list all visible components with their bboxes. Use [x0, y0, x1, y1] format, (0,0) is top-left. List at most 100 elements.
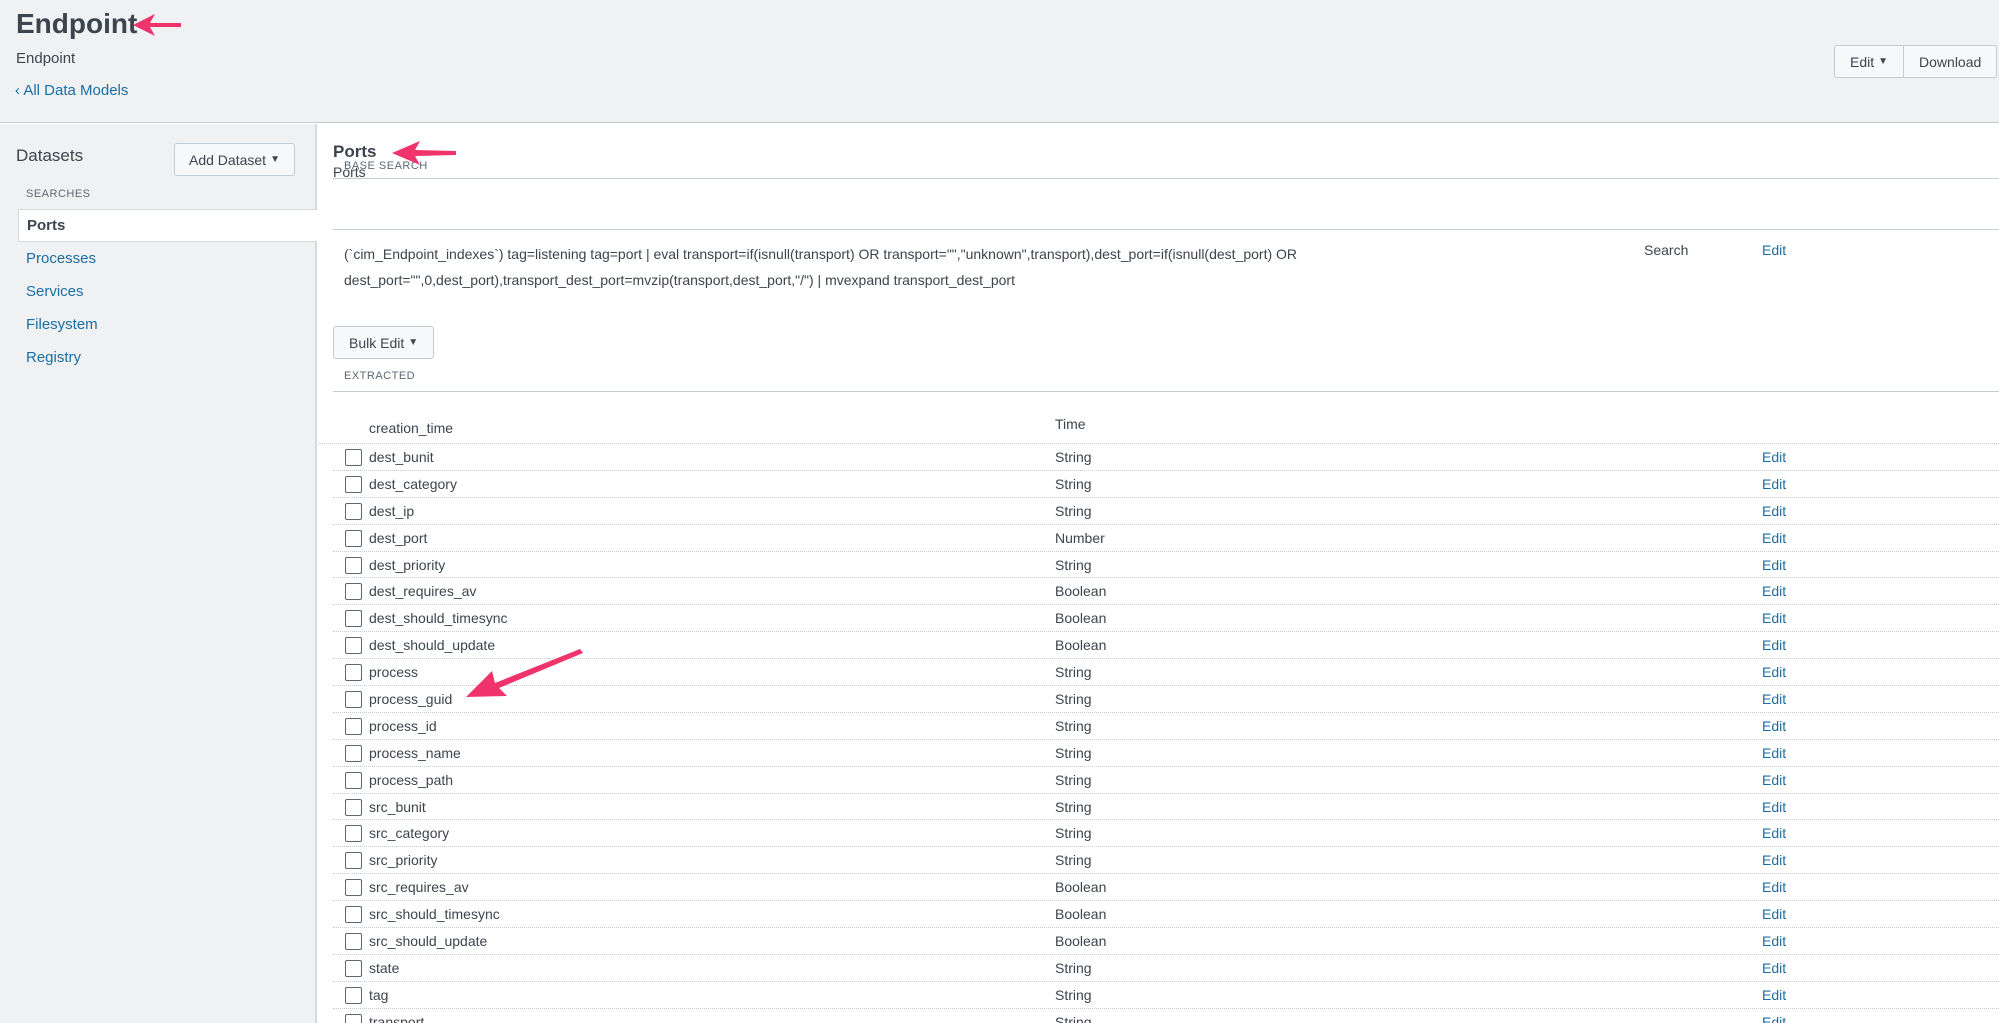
extracted-fields-list: dest_bunit String Edit dest_category String E… [319, 444, 1999, 1023]
field-edit-link[interactable]: Edit [1762, 906, 1786, 922]
field-name: src_requires_av [369, 879, 469, 896]
sidebar-title: Datasets [16, 146, 84, 165]
field-type: Number [1055, 529, 1105, 546]
field-checkbox[interactable] [345, 771, 362, 789]
field-edit-link[interactable]: Edit [1762, 449, 1786, 465]
field-checkbox[interactable] [345, 906, 362, 924]
field-checkbox[interactable] [345, 664, 362, 682]
field-row: src_bunit String Edit [333, 794, 1999, 821]
field-row: src_should_timesync Boolean Edit [333, 901, 1999, 929]
sidebar-item-filesystem[interactable]: Filesystem [18, 308, 317, 341]
field-edit-link[interactable]: Edit [1762, 799, 1786, 815]
field-edit-link[interactable]: Edit [1762, 825, 1786, 841]
field-type: String [1055, 771, 1092, 788]
edit-dropdown-button[interactable]: Edit ▼ [1834, 45, 1905, 78]
add-dataset-button[interactable]: Add Dataset ▼ [174, 143, 295, 176]
field-row: dest_category String Edit [333, 471, 1999, 498]
back-link-label: All Data Models [23, 82, 129, 99]
field-name: src_should_timesync [369, 906, 500, 923]
field-type: String [1055, 475, 1092, 492]
bulk-edit-button[interactable]: Bulk Edit ▼ [333, 326, 435, 359]
field-edit-link[interactable]: Edit [1762, 691, 1786, 707]
page-subtitle: Endpoint [16, 50, 76, 67]
field-edit-link[interactable]: Edit [1762, 745, 1786, 761]
field-type: String [1055, 502, 1092, 519]
annotation-arrow-icon [466, 649, 583, 697]
field-name: dest_category [369, 475, 457, 492]
page-header: Endpoint Endpoint ‹ All Data Models Edit… [0, 0, 1999, 123]
field-edit-link[interactable]: Edit [1762, 530, 1786, 546]
field-row: src_priority String Edit [333, 847, 1999, 875]
field-row: dest_bunit String Edit [333, 444, 1999, 471]
page-title: Endpoint [16, 8, 138, 39]
field-type: String [1055, 691, 1092, 708]
field-edit-link[interactable]: Edit [1762, 933, 1786, 949]
field-checkbox[interactable] [345, 852, 362, 870]
field-edit-link[interactable]: Edit [1762, 718, 1786, 734]
datasets-sidebar: Datasets Add Dataset ▼ SEARCHES Ports Pro… [0, 124, 317, 1023]
dataset-title: Ports [333, 142, 377, 161]
field-type: String [1055, 825, 1092, 842]
base-search-text: (`cim_Endpoint_indexes`) tag=listening t… [344, 241, 1404, 293]
field-checkbox[interactable] [345, 1013, 362, 1023]
header-button-group: Edit ▼ Download [1834, 45, 1998, 78]
field-checkbox[interactable] [345, 475, 362, 493]
field-checkbox[interactable] [345, 798, 362, 816]
all-data-models-link[interactable]: ‹ All Data Models [15, 82, 128, 99]
edit-button-label: Edit [1850, 53, 1875, 70]
field-edit-link[interactable]: Edit [1762, 583, 1786, 599]
field-row: tag String Edit [333, 982, 1999, 1009]
field-checkbox[interactable] [345, 933, 362, 951]
dataset-panel: Ports Ports BASE SEARCH (`cim_Endpoint_i… [319, 124, 1999, 1023]
sidebar-item-registry[interactable]: Registry [18, 341, 317, 374]
field-checkbox[interactable] [345, 502, 362, 520]
field-row: dest_priority String Edit [333, 552, 1999, 579]
field-checkbox[interactable] [345, 556, 362, 574]
field-edit-link[interactable]: Edit [1762, 987, 1786, 1003]
field-checkbox[interactable] [345, 717, 362, 735]
field-name: transport [369, 1013, 425, 1023]
field-edit-link[interactable]: Edit [1762, 960, 1786, 976]
field-checkbox[interactable] [345, 583, 362, 601]
field-checkbox[interactable] [345, 610, 362, 628]
field-checkbox[interactable] [345, 986, 362, 1004]
field-row: dest_port Number Edit [333, 525, 1999, 552]
field-edit-link[interactable]: Edit [1762, 557, 1786, 573]
field-checkbox[interactable] [345, 959, 362, 977]
download-button[interactable]: Download [1904, 45, 1998, 78]
sidebar-item-processes[interactable]: Processes [18, 242, 317, 275]
field-type: String [1055, 852, 1092, 869]
field-edit-link[interactable]: Edit [1762, 879, 1786, 895]
sidebar-item-services[interactable]: Services [18, 275, 317, 308]
field-edit-link[interactable]: Edit [1762, 637, 1786, 653]
field-checkbox[interactable] [345, 691, 362, 709]
base-search-type: Search [1644, 242, 1689, 258]
field-edit-link[interactable]: Edit [1762, 1014, 1786, 1023]
field-type: Boolean [1055, 933, 1107, 950]
field-checkbox[interactable] [345, 744, 362, 762]
annotation-arrow-icon [392, 141, 456, 165]
field-edit-link[interactable]: Edit [1762, 772, 1786, 788]
field-row: transport String Edit [333, 1009, 1999, 1023]
field-edit-link[interactable]: Edit [1762, 852, 1786, 868]
field-name: tag [369, 986, 389, 1003]
field-checkbox[interactable] [345, 825, 362, 843]
field-checkbox[interactable] [345, 879, 362, 897]
field-edit-link[interactable]: Edit [1762, 664, 1786, 680]
sidebar-item-ports[interactable]: Ports [18, 209, 317, 242]
field-edit-link[interactable]: Edit [1762, 610, 1786, 626]
field-type: Boolean [1055, 879, 1107, 896]
field-edit-link[interactable]: Edit [1762, 476, 1786, 492]
field-name: dest_requires_av [369, 583, 477, 600]
field-checkbox[interactable] [345, 529, 362, 547]
divider [333, 178, 1999, 179]
base-search-edit-link[interactable]: Edit [1762, 242, 1786, 258]
field-edit-link[interactable]: Edit [1762, 503, 1786, 519]
field-name: process_path [369, 771, 454, 788]
field-row: src_category String Edit [333, 820, 1999, 848]
field-row: dest_should_timesync Boolean Edit [333, 605, 1999, 633]
field-checkbox[interactable] [345, 637, 362, 655]
field-checkbox[interactable] [345, 449, 362, 466]
time-field-name: creation_time [369, 420, 454, 436]
field-name: src_should_update [369, 933, 488, 950]
